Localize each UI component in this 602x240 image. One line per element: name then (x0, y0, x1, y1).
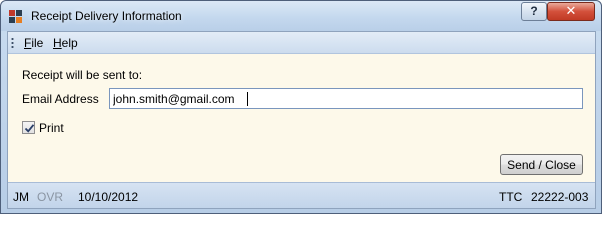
title-bar[interactable]: Receipt Delivery Information ? ✕ (1, 1, 601, 31)
email-address-label: Email Address (22, 92, 99, 106)
menu-file[interactable]: File (24, 36, 43, 50)
menu-help[interactable]: Help (53, 36, 78, 50)
checkmark-icon (24, 124, 35, 133)
menu-help-label: elp (61, 36, 78, 50)
status-id: 22222-003 (531, 190, 589, 204)
send-close-button[interactable]: Send / Close (500, 154, 583, 175)
menu-bar: File Help (8, 32, 595, 54)
app-icon (9, 10, 22, 23)
menu-help-mnemonic: H (53, 36, 62, 50)
print-label: Print (39, 121, 64, 135)
status-date: 10/10/2012 (78, 190, 139, 204)
receipt-sent-label: Receipt will be sent to: (22, 68, 143, 82)
status-user: JM (13, 190, 29, 204)
dialog-window: Receipt Delivery Information ? ✕ File He… (0, 0, 602, 214)
status-overwrite-mode: OVR (37, 190, 64, 204)
status-ttc: TTC (499, 190, 523, 204)
help-icon-button[interactable]: ? (521, 2, 547, 21)
print-checkbox[interactable] (22, 121, 35, 134)
menu-file-label: ile (31, 36, 44, 50)
window-title: Receipt Delivery Information (31, 9, 182, 23)
grip-icon[interactable] (11, 37, 14, 49)
text-caret (247, 92, 248, 106)
dialog-body: File Help Receipt will be sent to: Email… (7, 31, 596, 209)
status-bar: JM OVR 10/10/2012 TTC 22222-003 (8, 182, 595, 208)
email-field[interactable] (109, 88, 583, 109)
close-icon-button[interactable]: ✕ (547, 2, 595, 21)
